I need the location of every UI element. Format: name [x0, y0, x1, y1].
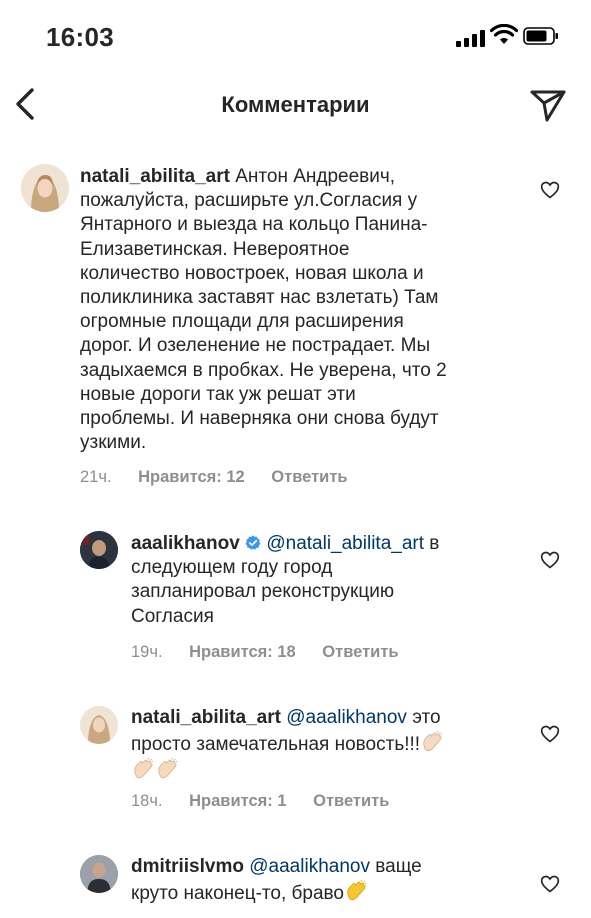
status-time: 16:03: [46, 22, 114, 52]
likes-count-link[interactable]: Нравится: 12: [138, 468, 245, 486]
comment-username[interactable]: aaalikhanov: [131, 533, 240, 554]
likes-count-link[interactable]: Нравится: 1: [189, 792, 286, 810]
comment-username[interactable]: dmitriislvmo: [131, 856, 244, 877]
reply-comment-item: aaalikhanov @natali_abilita_art в следую…: [0, 520, 591, 670]
battery-icon: [523, 27, 558, 45]
comment-item: natali_abilita_art Антон Андреевич, пожа…: [0, 152, 591, 502]
clapping-hands-emoji: [423, 731, 443, 752]
clapping-hands-emoji: [134, 758, 154, 779]
mention-link[interactable]: @aaalikhanov: [286, 707, 407, 728]
cellular-signal-icon: [456, 29, 486, 47]
reply-button[interactable]: Ответить: [313, 792, 389, 810]
comment-text: dmitriislvmo @aaalikhanov ваще круто нак…: [131, 856, 422, 905]
clapping-hands-emoji: [158, 758, 178, 779]
comment-meta: 19ч. Нравится: 18 Ответить: [131, 643, 421, 662]
comment-meta: 21ч. Нравится: 12 Ответить: [80, 468, 370, 487]
mention-link[interactable]: @aaalikhanov: [249, 856, 370, 877]
page-title: Комментарии: [221, 92, 370, 117]
status-bar: 16:03: [0, 0, 591, 70]
heart-icon[interactable]: [540, 550, 560, 570]
comment-username[interactable]: natali_abilita_art: [131, 707, 281, 728]
comment-time: 21ч.: [80, 468, 112, 486]
heart-icon[interactable]: [540, 180, 560, 200]
comment-username[interactable]: natali_abilita_art: [80, 166, 230, 187]
avatar-image: [80, 531, 118, 569]
avatar-image: [80, 855, 118, 893]
send-icon[interactable]: [528, 85, 568, 125]
comment-text: natali_abilita_art @aaalikhanov это прос…: [131, 706, 511, 785]
comment-time: 19ч.: [131, 643, 163, 661]
comment-meta: 18ч. Нравится: 1 Ответить: [131, 792, 411, 811]
avatar[interactable]: [80, 531, 118, 569]
comment-text: natali_abilita_art Антон Андреевич, пожа…: [80, 166, 447, 454]
heart-icon[interactable]: [540, 874, 560, 894]
avatar-image: [80, 706, 118, 744]
clapping-hands-emoji: [347, 880, 367, 901]
verified-badge-icon: [245, 535, 261, 550]
reply-button[interactable]: Ответить: [271, 468, 347, 486]
heart-icon[interactable]: [540, 724, 560, 744]
mention-link[interactable]: @natali_abilita_art: [266, 533, 424, 554]
wifi-icon: [490, 24, 518, 44]
reply-button[interactable]: Ответить: [322, 643, 398, 661]
avatar[interactable]: [80, 706, 118, 744]
comment-text: aaalikhanov @natali_abilita_art в следую…: [131, 533, 440, 627]
avatar[interactable]: [80, 855, 118, 893]
likes-count-link[interactable]: Нравится: 18: [189, 643, 296, 661]
reply-comment-item: dmitriislvmo @aaalikhanov ваще круто нак…: [0, 846, 591, 918]
avatar-image: [21, 164, 69, 212]
reply-comment-item: natali_abilita_art @aaalikhanov это прос…: [0, 696, 591, 826]
avatar[interactable]: [21, 164, 69, 212]
comment-time: 18ч.: [131, 792, 163, 810]
navigation-bar: Комментарии: [0, 70, 591, 142]
